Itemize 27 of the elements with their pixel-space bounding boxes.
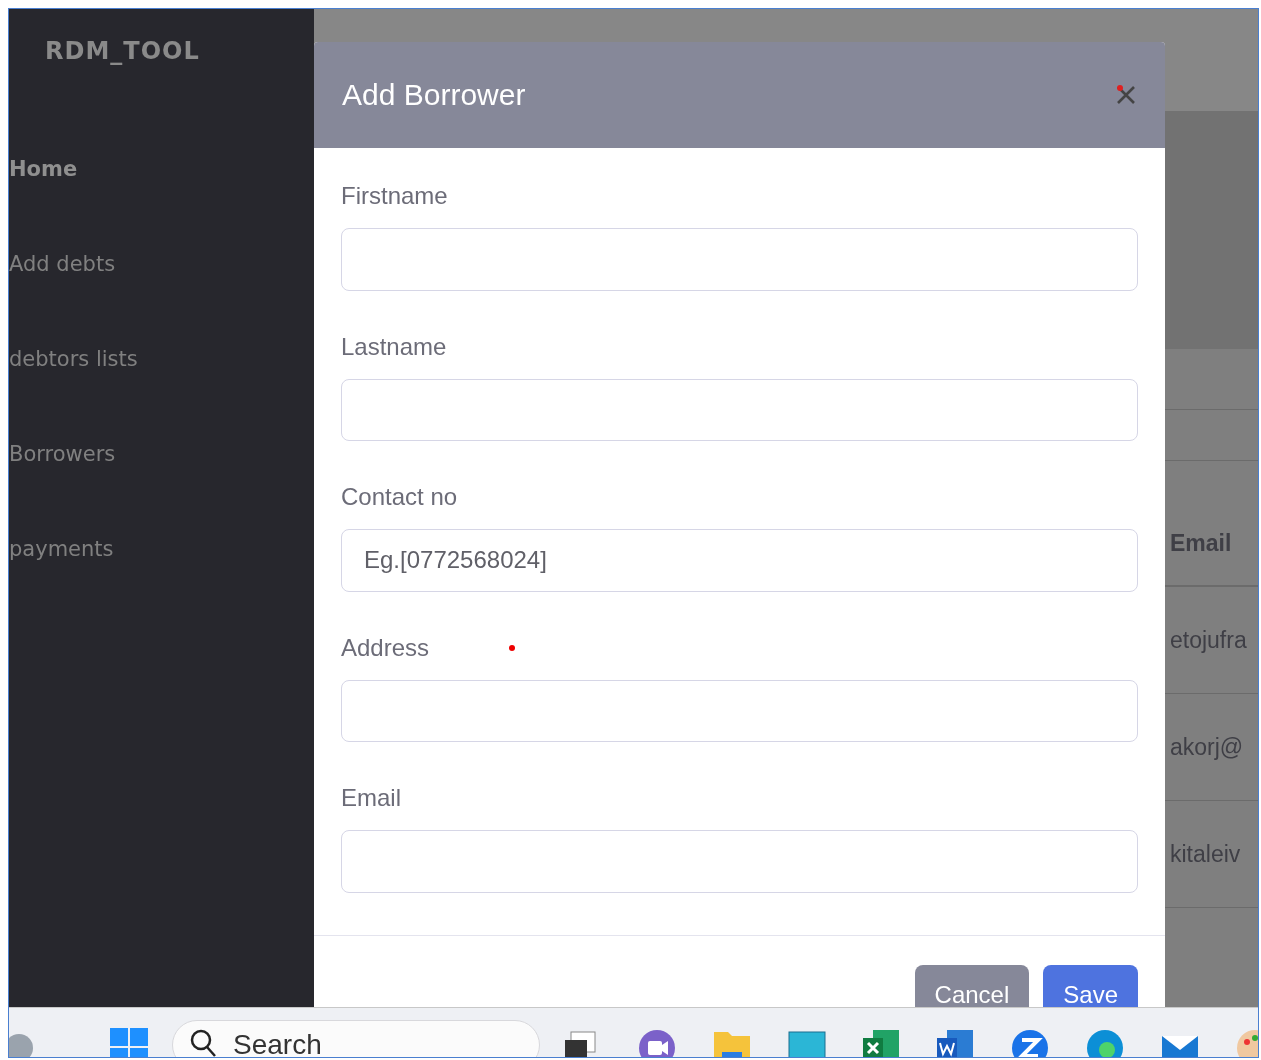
sidebar-item[interactable]: Add debts — [9, 214, 314, 309]
sidebar-item[interactable]: Borrowers — [9, 404, 314, 499]
table-cell-text: kitaleiv — [1170, 839, 1241, 869]
field-label: Contact no — [341, 483, 458, 512]
input-field[interactable]: Eg.[0772568024] — [341, 529, 1138, 592]
column-header: Email — [1170, 528, 1232, 558]
input-field[interactable] — [341, 830, 1138, 893]
field-label: Address — [341, 633, 430, 662]
app-brand: RDM_TOOL — [44, 36, 201, 67]
sidebar-item[interactable]: Home — [9, 119, 314, 214]
cancel-button[interactable]: Cancel — [914, 965, 1030, 1007]
save-button[interactable]: Save — [1043, 965, 1138, 1007]
sidebar-item[interactable]: debtors lists — [9, 309, 314, 404]
sidebar-item[interactable]: payments — [9, 499, 314, 594]
field-label: Email — [341, 784, 401, 813]
dialog-title: Add Borrower — [342, 78, 526, 112]
search-field[interactable]: Search — [172, 1020, 540, 1057]
search-icon — [189, 1028, 217, 1057]
field-label: Firstname — [341, 182, 448, 210]
windows-icon[interactable] — [109, 1026, 149, 1057]
table-cell-text: etojufra — [1170, 625, 1247, 655]
input-field[interactable] — [341, 228, 1138, 291]
close-icon[interactable] — [1115, 84, 1137, 106]
input-field[interactable] — [341, 679, 1138, 743]
input-field[interactable] — [341, 378, 1138, 442]
table-cell-text: akorj@ — [1170, 732, 1244, 762]
field-label: Lastname — [341, 332, 447, 361]
